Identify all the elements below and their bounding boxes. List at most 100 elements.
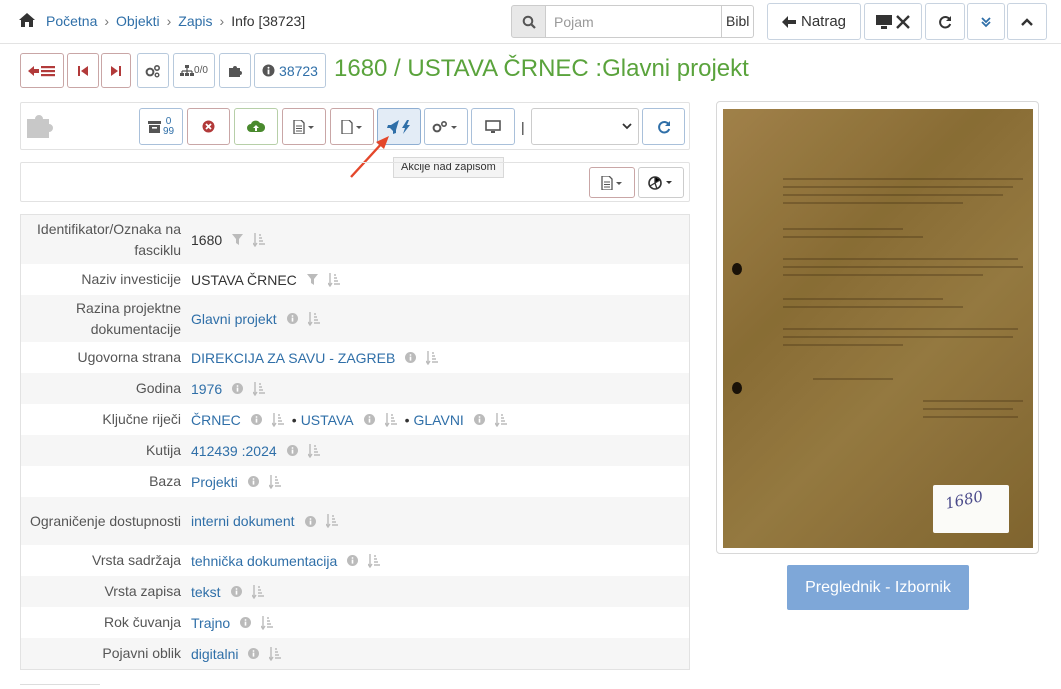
upload-button[interactable]	[234, 108, 278, 145]
breadcrumb-record[interactable]: Zapis	[178, 13, 212, 29]
info-icon[interactable]	[405, 352, 417, 363]
field-label: Ugovorna strana	[77, 349, 181, 365]
field-label: Rok čuvanja	[103, 614, 181, 630]
field-value-link[interactable]: Trajno	[191, 615, 230, 631]
archive-button[interactable]: 0 99	[139, 108, 183, 145]
home-icon[interactable]	[18, 12, 36, 28]
sort-icon[interactable]	[261, 615, 274, 630]
aperture-menu-button[interactable]	[638, 167, 684, 198]
search-button[interactable]	[511, 5, 546, 38]
sort-icon[interactable]	[253, 381, 266, 396]
field-value-link[interactable]: Projekti	[191, 474, 238, 490]
sitemap-icon	[180, 64, 195, 76]
field-value-link[interactable]: DIREKCIJA ZA SAVU - ZAGREB	[191, 350, 395, 366]
field-value-link[interactable]: Glavni projekt	[191, 311, 277, 327]
document-text-icon	[293, 119, 314, 134]
info-icon[interactable]	[230, 586, 242, 597]
info-icon[interactable]	[286, 313, 298, 324]
action-select[interactable]	[531, 108, 639, 145]
sort-icon[interactable]	[307, 311, 320, 326]
fullscreen-toggle-button[interactable]	[864, 3, 922, 40]
last-record-button[interactable]	[101, 53, 131, 88]
info-icon[interactable]	[250, 414, 262, 425]
scanned-document-image[interactable]: 1680	[723, 109, 1033, 548]
arrow-list-icon	[28, 65, 55, 76]
filter-icon[interactable]	[232, 234, 244, 245]
viewer-menu-button[interactable]: Preglednik - Izbornik	[787, 565, 969, 610]
double-chevron-down-icon	[981, 16, 991, 27]
field-label: Vrsta zapisa	[104, 583, 181, 599]
info-icon[interactable]	[363, 414, 375, 425]
breadcrumb-separator: ›	[219, 13, 225, 29]
filter-icon[interactable]	[306, 274, 318, 285]
search-scope-select[interactable]: Bibl	[722, 5, 754, 38]
step-backward-icon	[78, 65, 88, 76]
sort-icon[interactable]	[494, 412, 507, 427]
info-icon[interactable]	[473, 414, 485, 425]
field-label: Ključne riječi	[102, 411, 181, 427]
back-to-list-button[interactable]	[20, 53, 64, 88]
bottom-divider	[20, 684, 100, 689]
field-value: 1680	[191, 231, 223, 248]
chevron-up-icon	[1021, 17, 1033, 26]
sort-icon[interactable]	[271, 412, 284, 427]
keyword-link[interactable]: ČRNEC	[191, 412, 241, 428]
sort-icon[interactable]	[268, 474, 281, 489]
keyword-link[interactable]: USTAVA	[301, 412, 354, 428]
field-value-link[interactable]: interni dokument	[191, 513, 295, 529]
sort-icon[interactable]	[269, 646, 282, 661]
close-circle-icon	[202, 120, 215, 133]
sort-icon[interactable]	[253, 232, 266, 247]
info-icon[interactable]	[347, 555, 359, 566]
display-button[interactable]	[471, 108, 515, 145]
expand-down-button[interactable]	[967, 3, 1005, 40]
refresh-button[interactable]	[925, 3, 965, 40]
info-icon[interactable]	[286, 445, 298, 456]
delete-button[interactable]	[187, 108, 230, 145]
info-icon[interactable]	[304, 515, 316, 527]
refresh-icon	[657, 120, 670, 133]
field-row: Identifikator/Oznaka na fasciklu 1680	[21, 215, 689, 264]
settings-menu-button[interactable]	[424, 108, 468, 145]
field-row: Ugovorna strana DIREKCIJA ZA SAVU - ZAGR…	[21, 342, 689, 373]
collapse-up-button[interactable]	[1007, 3, 1047, 40]
info-icon[interactable]	[232, 383, 244, 394]
field-value-link[interactable]: digitalni	[191, 646, 238, 662]
info-icon[interactable]	[247, 476, 259, 487]
settings-button[interactable]	[137, 53, 169, 88]
record-info-button[interactable]: 38723	[254, 53, 326, 88]
plugin-button[interactable]	[219, 53, 251, 88]
field-value-link[interactable]: 412439 :2024	[191, 443, 277, 459]
sort-icon[interactable]	[325, 514, 338, 528]
page-title: 1680 / USTAVA ČRNEC :Glavni projekt	[334, 55, 749, 82]
refresh-icon	[939, 15, 952, 28]
first-record-button[interactable]	[67, 53, 99, 88]
field-row: Baza Projekti	[21, 466, 689, 497]
field-value-link[interactable]: tehnička dokumentacija	[191, 553, 337, 569]
step-forward-icon	[111, 65, 121, 76]
sort-icon[interactable]	[327, 272, 340, 287]
refresh-select-button[interactable]	[642, 108, 685, 145]
sort-icon[interactable]	[368, 553, 381, 568]
monitor-icon	[485, 119, 501, 133]
back-button[interactable]: Natrag	[767, 3, 861, 40]
document-menu-button[interactable]	[282, 108, 326, 145]
field-value-link[interactable]: tekst	[191, 584, 221, 600]
sort-icon[interactable]	[307, 443, 320, 458]
field-row: Vrsta zapisa tekst	[21, 576, 689, 607]
document-preview[interactable]: 1680	[716, 101, 1039, 554]
keyword-link[interactable]: GLAVNI	[414, 412, 464, 428]
gears-icon	[145, 64, 161, 77]
sort-icon[interactable]	[251, 584, 264, 599]
info-icon[interactable]	[240, 617, 252, 628]
sort-icon[interactable]	[426, 350, 439, 365]
search-input[interactable]	[546, 5, 722, 38]
field-value-link[interactable]: 1976	[191, 381, 222, 397]
export-menu-button[interactable]	[589, 167, 635, 198]
breadcrumb-objects[interactable]: Objekti	[116, 13, 160, 29]
hierarchy-button[interactable]: 0/0	[173, 53, 215, 88]
sort-icon[interactable]	[384, 412, 397, 427]
breadcrumb-home[interactable]: Početna	[46, 13, 97, 29]
counter-bottom: 99	[162, 125, 175, 137]
info-icon[interactable]	[248, 648, 260, 659]
